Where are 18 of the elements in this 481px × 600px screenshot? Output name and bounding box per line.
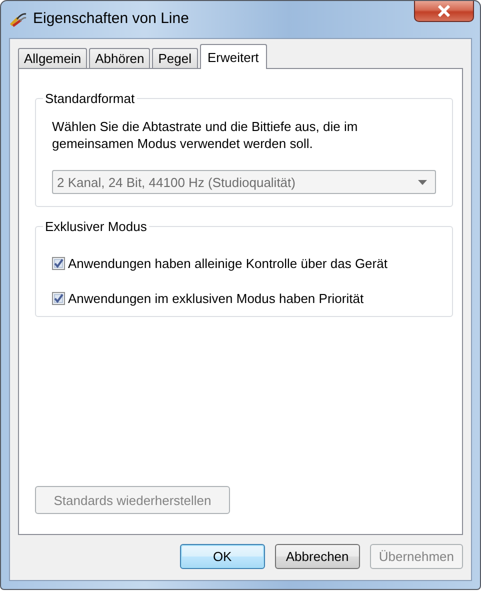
dialog-button[interactable]: Abbrechen: [274, 544, 360, 569]
close-icon: [437, 5, 451, 17]
ok-button[interactable]: OK: [180, 544, 265, 569]
group-title: Standardformat: [44, 91, 136, 106]
checkbox[interactable]: [52, 292, 65, 305]
checkbox-label[interactable]: Anwendungen im exklusiven Modus haben Priorität: [68, 291, 364, 306]
group-title: Exklusiver Modus: [44, 219, 148, 234]
caret-icon: [418, 180, 427, 184]
tab[interactable]: Allgemein: [18, 48, 88, 68]
tab[interactable]: Erweitert: [200, 44, 267, 69]
description-text: Wählen Sie die Abtastrate und die Bittiefe aus, die im gemeinsamen Modus verwendet werden soll.: [52, 118, 359, 152]
checkbox-label[interactable]: Anwendungen haben alleinige Kontrolle über das Gerät: [68, 256, 388, 271]
checkbox[interactable]: [52, 257, 65, 270]
tab[interactable]: Pegel: [152, 48, 198, 68]
audio-cable-icon: [9, 10, 27, 26]
tab[interactable]: Abhören: [89, 48, 150, 68]
close-button[interactable]: [414, 1, 474, 22]
window-title: Eigenschaften von Line: [33, 10, 189, 27]
